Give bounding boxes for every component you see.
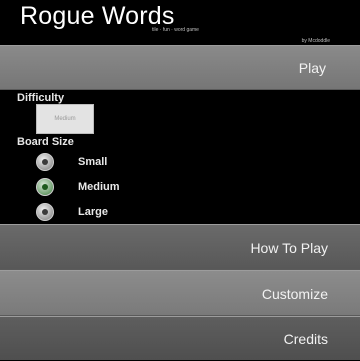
play-button[interactable]: Play xyxy=(0,45,360,90)
settings-panel: Difficulty Medium Board Size Small Mediu… xyxy=(0,90,360,224)
radio-button[interactable] xyxy=(36,153,54,171)
board-size-large-option[interactable]: Large xyxy=(36,202,156,222)
radio-button[interactable] xyxy=(36,203,54,221)
app-subtitle: tile · fun · word game xyxy=(152,27,199,33)
how-to-play-button[interactable]: How To Play xyxy=(0,224,360,270)
credits-button[interactable]: Credits xyxy=(0,316,360,360)
radio-label: Medium xyxy=(78,181,120,193)
app-header: Rogue Words tile · fun · word game by Mc… xyxy=(0,0,360,44)
radio-dot xyxy=(42,159,48,165)
small-credit-text: by Mcdoddle xyxy=(301,38,330,44)
board-size-medium-option[interactable]: Medium xyxy=(36,177,156,197)
difficulty-select[interactable]: Medium xyxy=(36,104,94,134)
board-size-label: Board Size xyxy=(17,136,74,148)
customize-button[interactable]: Customize xyxy=(0,270,360,316)
radio-button-selected[interactable] xyxy=(36,178,54,196)
difficulty-label: Difficulty xyxy=(17,92,65,104)
radio-label: Small xyxy=(78,156,108,168)
app-title: Rogue Words xyxy=(20,2,175,30)
board-size-small-option[interactable]: Small xyxy=(36,152,156,172)
radio-dot xyxy=(42,209,48,215)
radio-label: Large xyxy=(78,206,108,218)
radio-dot xyxy=(42,184,48,190)
